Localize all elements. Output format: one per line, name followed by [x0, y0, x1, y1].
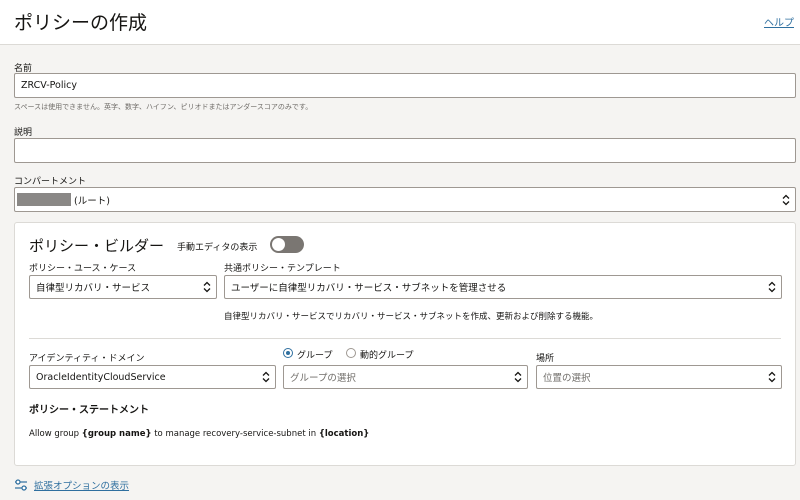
- description-input[interactable]: [14, 138, 796, 163]
- policy-statement: Allow group {group name} to manage recov…: [29, 429, 369, 439]
- updown-chevron-icon: [782, 194, 790, 205]
- updown-chevron-icon: [203, 281, 211, 293]
- group-select[interactable]: グループの選択: [283, 365, 528, 389]
- compartment-select[interactable]: (ルート): [14, 187, 796, 212]
- identity-domain-label: アイデンティティ・ドメイン: [29, 354, 145, 364]
- radio-group[interactable]: [283, 348, 293, 358]
- updown-chevron-icon: [768, 371, 776, 383]
- use-case-value: 自律型リカバリ・サービス: [36, 283, 151, 294]
- group-placeholder: グループの選択: [290, 373, 356, 384]
- manual-editor-toggle[interactable]: [270, 236, 304, 253]
- advanced-options-link[interactable]: 拡張オプションの表示: [14, 478, 129, 492]
- name-input[interactable]: ZRCV-Policy: [14, 73, 796, 98]
- updown-chevron-icon: [514, 371, 522, 383]
- template-description: 自律型リカバリ・サービスでリカバリ・サービス・サブネットを作成、更新および削除す…: [224, 312, 599, 322]
- name-hint: スペースは使用できません。英字、数字、ハイフン、ピリオドまたはアンダースコアのみ…: [14, 103, 313, 111]
- updown-chevron-icon: [768, 281, 776, 293]
- use-case-label: ポリシー・ユース・ケース: [29, 264, 137, 274]
- updown-chevron-icon: [262, 371, 270, 383]
- builder-title: ポリシー・ビルダー: [29, 237, 165, 255]
- statement-group-token: {group name}: [81, 429, 152, 439]
- statement-location-token: {location}: [318, 429, 370, 439]
- page-title: ポリシーの作成: [14, 12, 148, 34]
- policy-builder-panel: ポリシー・ビルダー 手動エディタの表示 ポリシー・ユース・ケース 自律型リカバリ…: [14, 222, 796, 466]
- radio-dynamic-group-label: 動的グループ: [360, 351, 414, 361]
- use-case-select[interactable]: 自律型リカバリ・サービス: [29, 275, 217, 299]
- compartment-label: コンパートメント: [14, 177, 87, 187]
- compartment-value: (ルート): [74, 195, 110, 207]
- template-value: ユーザーに自律型リカバリ・サービス・サブネットを管理させる: [231, 283, 507, 294]
- statement-prefix: Allow group: [29, 429, 82, 439]
- identity-domain-select[interactable]: OracleIdentityCloudService: [29, 365, 276, 389]
- template-select[interactable]: ユーザーに自律型リカバリ・サービス・サブネットを管理させる: [224, 275, 782, 299]
- description-label: 説明: [14, 128, 33, 138]
- statement-middle: to manage recovery-service-subnet in: [151, 429, 319, 439]
- sliders-icon: [15, 479, 27, 491]
- location-label: 場所: [536, 354, 555, 364]
- radio-dynamic-group[interactable]: [346, 348, 356, 358]
- manual-editor-label: 手動エディタの表示: [177, 243, 258, 253]
- redacted-block: [17, 193, 71, 206]
- radio-group-label: グループ: [297, 351, 333, 361]
- name-value: ZRCV-Policy: [21, 80, 77, 91]
- location-placeholder: 位置の選択: [543, 373, 591, 384]
- template-label: 共通ポリシー・テンプレート: [224, 264, 341, 274]
- identity-domain-value: OracleIdentityCloudService: [36, 371, 166, 383]
- statement-title: ポリシー・ステートメント: [29, 405, 149, 416]
- toggle-knob: [272, 238, 285, 251]
- help-link[interactable]: ヘルプ: [764, 14, 794, 29]
- advanced-options-label: 拡張オプションの表示: [34, 481, 130, 492]
- builder-divider: [29, 338, 781, 339]
- page-header: ポリシーの作成 ヘルプ: [0, 0, 800, 45]
- location-select[interactable]: 位置の選択: [536, 365, 782, 389]
